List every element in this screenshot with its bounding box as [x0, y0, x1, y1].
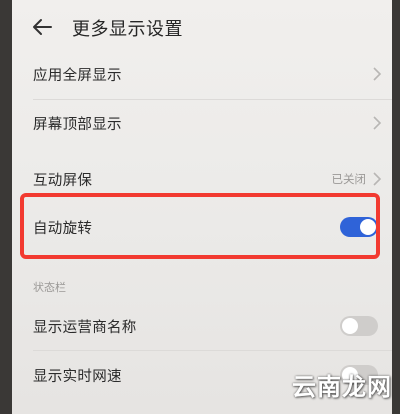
page-title: 更多显示设置: [72, 19, 183, 40]
setting-top-display[interactable]: 屏幕顶部显示: [12, 99, 392, 147]
toggle-knob: [342, 318, 358, 334]
settings-screen: 更多显示设置 应用全屏显示 屏幕顶部显示 互动屏保 已关闭 自动旋转 状态栏 显…: [12, 0, 392, 414]
setting-label: 屏幕顶部显示: [33, 117, 122, 133]
setting-label: 显示运营商名称: [33, 320, 137, 336]
status-value: 已关闭: [331, 172, 367, 186]
highlight-box: [20, 193, 380, 259]
setting-label: 应用全屏显示: [33, 68, 122, 84]
carrier-name-toggle[interactable]: [340, 316, 378, 336]
section-label: 状态栏: [33, 281, 66, 294]
chevron-right-icon: [373, 67, 382, 81]
setting-carrier-name[interactable]: 显示运营商名称: [12, 302, 392, 350]
setting-app-fullscreen[interactable]: 应用全屏显示: [12, 50, 392, 98]
chevron-right-icon: [373, 172, 382, 186]
setting-label: 互动屏保: [33, 173, 93, 189]
back-arrow-icon[interactable]: [30, 14, 56, 40]
header: 更多显示设置: [12, 0, 392, 52]
setting-label: 显示实时网速: [33, 369, 122, 385]
chevron-right-icon: [373, 116, 382, 130]
watermark-logo: 云南龙网: [292, 373, 392, 401]
